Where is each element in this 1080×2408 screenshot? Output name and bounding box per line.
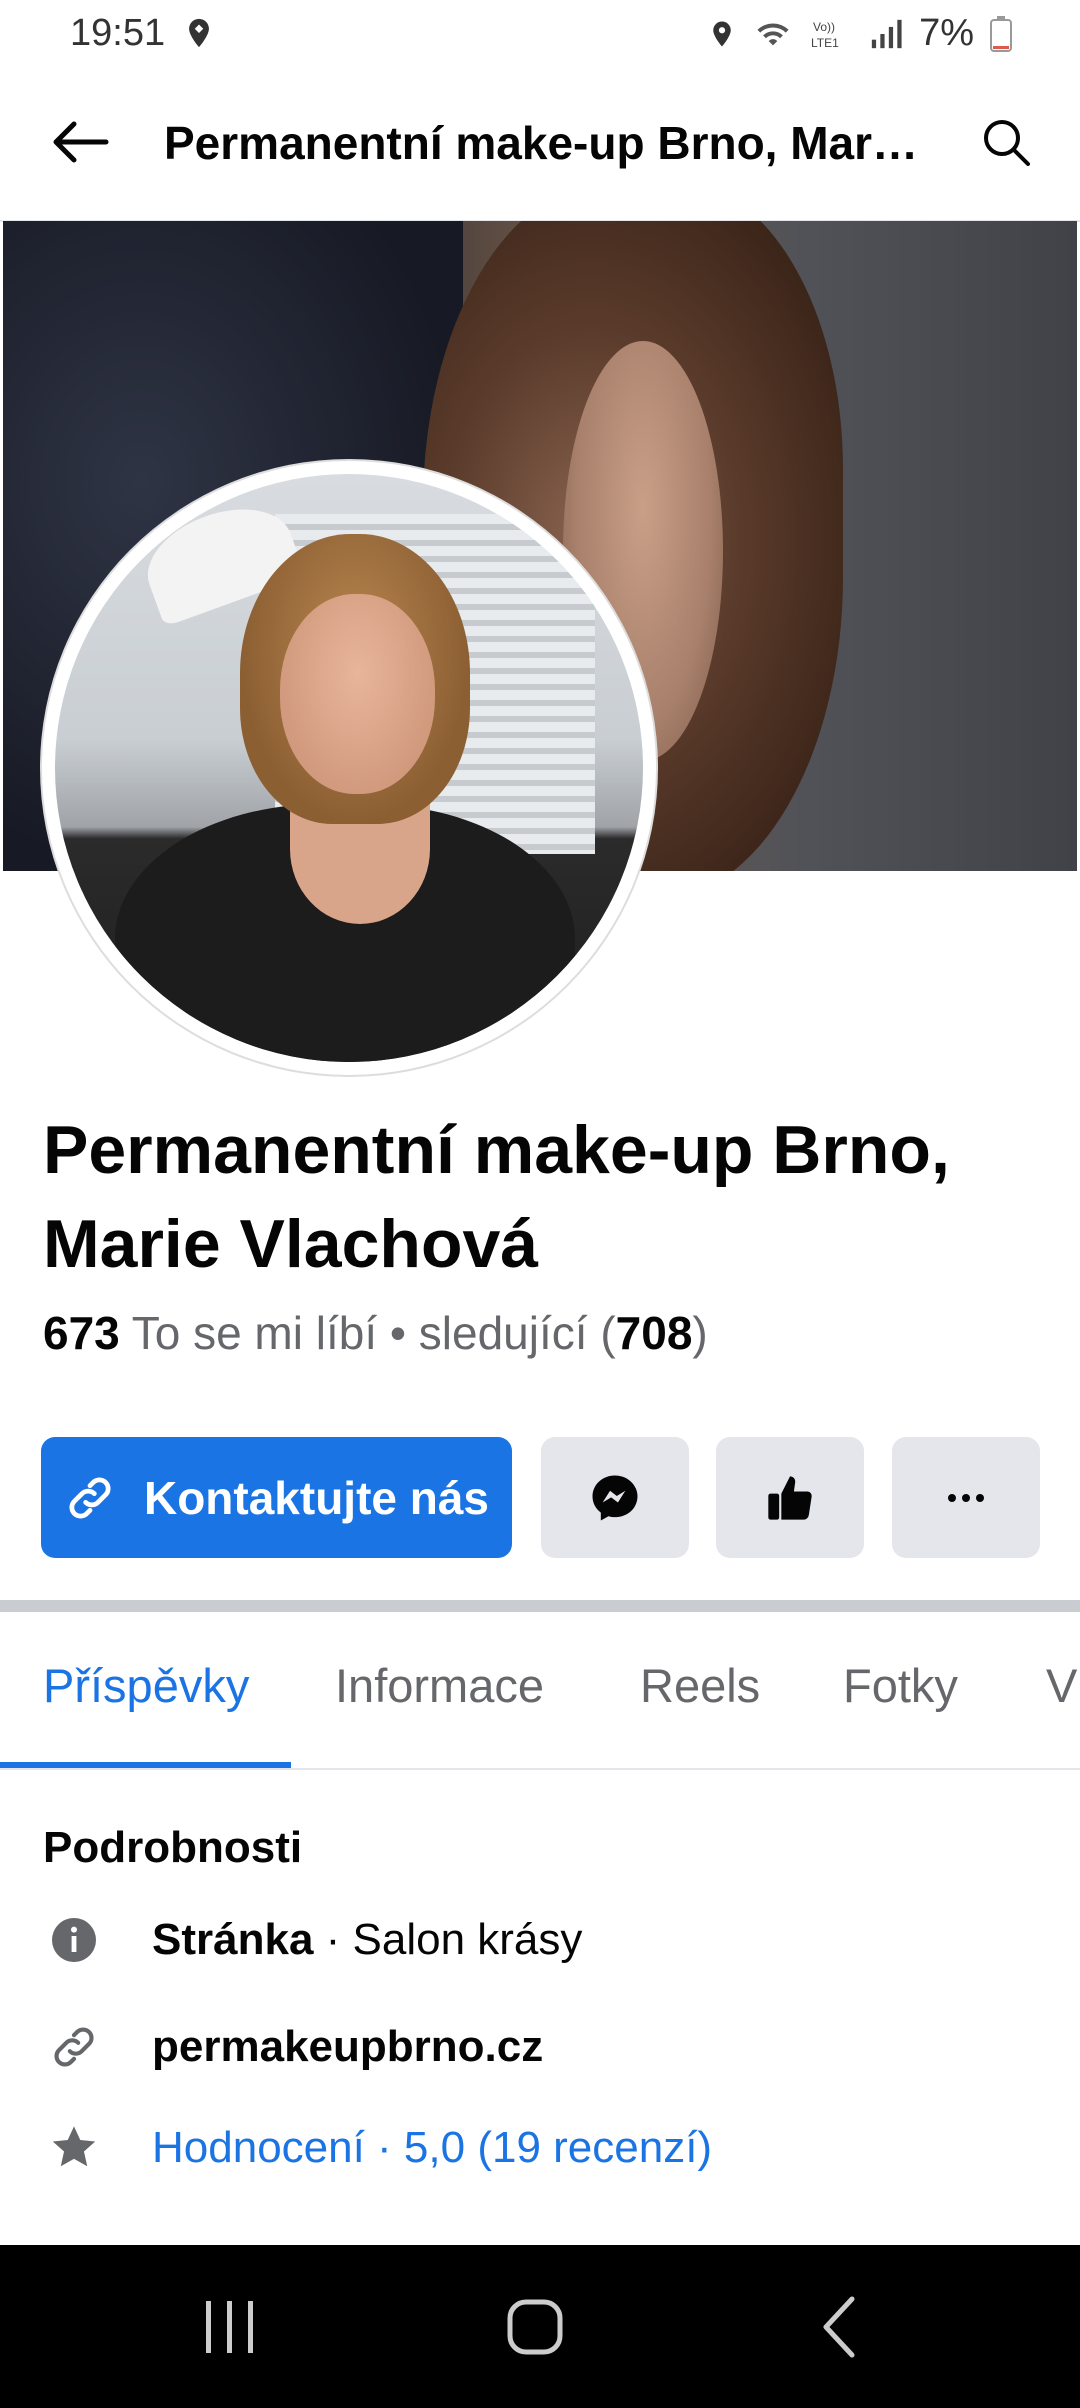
svg-text:Vo)): Vo)) [813, 20, 835, 34]
page-name-line2: Marie Vlachová [43, 1206, 539, 1282]
link-icon [69, 1476, 111, 1519]
details-heading: Podrobnosti [43, 1823, 303, 1872]
status-time: 19:51 [70, 12, 166, 54]
detail-category-text: Stránka · Salon krásy [152, 1915, 582, 1965]
stats-separator: • [389, 1307, 407, 1359]
location-pin-icon [182, 16, 216, 55]
system-nav-bar [0, 2245, 1080, 2408]
page-stats: 673 To se mi líbí • sledující (708) [43, 1307, 708, 1359]
info-icon [48, 1914, 100, 1966]
contact-button-label: Kontaktujte nás [143, 1471, 490, 1524]
system-back-button[interactable] [770, 2245, 910, 2408]
like-icon [768, 1475, 812, 1520]
action-bar: Kontaktujte nás [41, 1437, 1041, 1558]
page-title: Permanentní make-up Brno, Mari… [164, 117, 924, 169]
wifi-icon [757, 23, 789, 45]
section-divider [0, 1600, 1080, 1612]
like-button[interactable] [716, 1437, 864, 1558]
category-label: Stránka [152, 1915, 314, 1964]
rating-link[interactable]: Hodnocení · 5,0 (19 recenzí) [152, 2123, 712, 2173]
likes-label: To se mi líbí [131, 1307, 378, 1359]
page-name: Permanentní make-up Brno, Marie Vlachová [43, 1103, 1033, 1291]
status-icons: Vo)) LTE1 7% [707, 12, 1012, 55]
detail-category: Stránka · Salon krásy [48, 1905, 582, 1975]
volte-icon: Vo)) LTE1 [811, 20, 839, 50]
avatar[interactable] [55, 474, 643, 1062]
website-link[interactable]: permakeupbrno.cz [152, 2022, 543, 2072]
likes-count: 673 [43, 1307, 120, 1359]
svg-text:LTE1: LTE1 [811, 36, 839, 50]
battery-icon [990, 15, 1012, 52]
detail-rating[interactable]: Hodnocení · 5,0 (19 recenzí) [48, 2113, 712, 2183]
tab-posts[interactable]: Příspěvky [43, 1658, 249, 1713]
followers-label[interactable]: sledující [419, 1307, 588, 1359]
home-button[interactable] [465, 2245, 605, 2408]
tab-photos[interactable]: Fotky [843, 1658, 958, 1713]
star-icon [48, 2122, 100, 2174]
contact-button[interactable]: Kontaktujte nás [41, 1437, 512, 1558]
home-icon [507, 2299, 563, 2354]
tab-reels[interactable]: Reels [640, 1658, 760, 1713]
detail-website[interactable]: permakeupbrno.cz [48, 2012, 543, 2082]
tab-about[interactable]: Informace [335, 1658, 544, 1713]
messenger-button[interactable] [541, 1437, 689, 1558]
page-name-line1: Permanentní make-up Brno, [43, 1112, 950, 1188]
followers-count[interactable]: 708 [616, 1307, 693, 1359]
app-bar: Permanentní make-up Brno, Mari… [0, 70, 1080, 222]
tab-active-indicator [0, 1762, 291, 1768]
recent-apps-button[interactable] [160, 2245, 300, 2408]
more-icon [948, 1493, 984, 1502]
tab-more[interactable]: V [1046, 1658, 1077, 1713]
category-value: · Salon krásy [313, 1915, 583, 1964]
more-button[interactable] [892, 1437, 1040, 1558]
back-icon [823, 2296, 855, 2357]
battery-percent: 7% [919, 12, 974, 54]
messenger-icon [592, 1475, 638, 1520]
signal-icon [871, 19, 902, 48]
recent-apps-icon [206, 2300, 253, 2353]
status-bar: 19:51 Vo)) LTE1 7% [0, 0, 1080, 70]
tab-bar: Příspěvky Informace Reels Fotky V [0, 1612, 1080, 1770]
location-icon [713, 21, 731, 46]
link-icon [48, 2021, 100, 2073]
back-arrow-icon[interactable] [48, 118, 110, 171]
avatar-face [280, 594, 435, 794]
search-icon[interactable] [980, 116, 1032, 173]
